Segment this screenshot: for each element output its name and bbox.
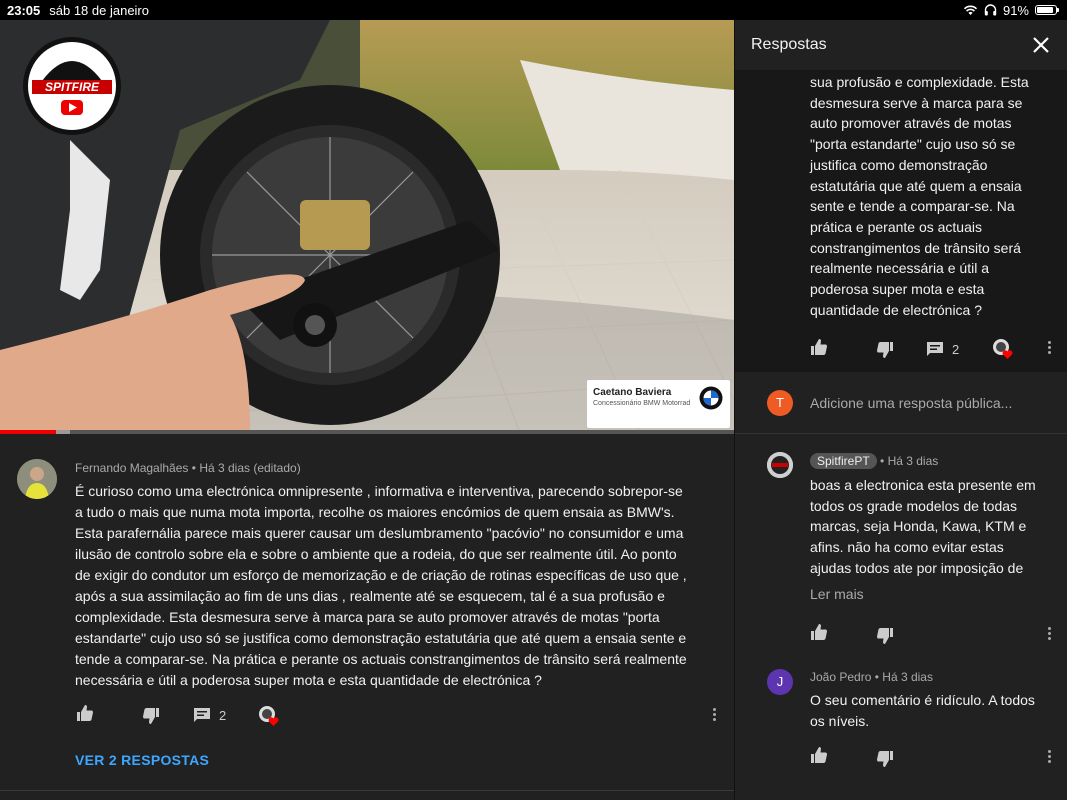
parent-comment-line: desmesura serve à marca para se (810, 94, 1023, 111)
thumbs-down-icon[interactable] (876, 750, 894, 768)
reply-text-line: marcas, seja Honda, Kawa, KTM e (810, 518, 1027, 535)
user-avatar: T (767, 390, 793, 416)
thumbs-down-icon[interactable] (142, 707, 160, 725)
wifi-icon (963, 5, 978, 15)
parent-comment-line: poderosa super mota e esta (810, 281, 985, 298)
bmw-logo-icon (699, 386, 723, 410)
divider (0, 790, 734, 791)
video-player[interactable]: SPITFIRE Caetano Baviera Concessionário … (0, 20, 734, 433)
parent-comment-line: quantidade de electrónica ? (810, 301, 983, 318)
parent-comment-line: sente e tende a comparar-se. Na (810, 198, 1015, 215)
parent-comment-line: "porta estandarte" cujo uso só se (810, 136, 1016, 153)
parent-reply-action[interactable]: 2 (926, 340, 959, 358)
parent-comment-line: auto promover através de motas (810, 115, 1012, 132)
close-icon[interactable] (1032, 36, 1050, 54)
comment-text-line: complexidade. Esta desmesura serve à mar… (75, 609, 660, 625)
status-time: 23:05 (7, 2, 41, 18)
panel-title: Respostas (751, 36, 827, 53)
channel-logo: SPITFIRE (23, 37, 121, 135)
reply-text-line: todos os grade modelos de todas (810, 497, 1018, 514)
reply-avatar[interactable]: J (767, 669, 793, 695)
comment-text-line: após a sua assimilação ao fim de uns dia… (75, 588, 665, 604)
status-date: sáb 18 de janeiro (49, 2, 149, 18)
comment-menu-icon[interactable] (712, 708, 716, 722)
thumbs-down-icon[interactable] (876, 341, 894, 359)
creator-heart-icon (993, 339, 1013, 359)
thumbs-down-icon[interactable] (876, 627, 894, 645)
comment-icon (194, 708, 210, 722)
battery-percent: 91% (1002, 2, 1029, 18)
reply-avatar[interactable] (767, 452, 793, 478)
parent-comment-line: sua profusão e complexidade. Esta (810, 74, 1029, 90)
parent-menu-icon[interactable] (1047, 341, 1051, 355)
parent-comment-line: realmente necessária e útil a (810, 260, 989, 277)
parent-comment-line: constrangimentos de trânsito será (810, 239, 1021, 256)
panel-header: Respostas (735, 20, 1067, 70)
dealer-watermark: Caetano Baviera Concessionário BMW Motor… (587, 380, 730, 428)
reply-menu-icon[interactable] (1047, 627, 1051, 641)
add-reply-input[interactable]: Adicione uma resposta pública... (810, 395, 1012, 411)
comment-text-line: estandarte" cujo uso só se justifica com… (75, 630, 687, 646)
headphones-icon (984, 4, 997, 16)
add-reply-row[interactable]: T Adicione uma resposta pública... (735, 373, 1067, 434)
reply-text-line: afins. não ha como evitar estas (810, 539, 1004, 556)
comment-text-line: tende a comparar-se. Na prática e perant… (75, 651, 687, 667)
parent-comment: sua profusão e complexidade. Esta desmesu… (735, 70, 1067, 372)
reply-meta: Há 3 dias (882, 670, 933, 684)
parent-comment-line: estatutária que até quem a ensaia (810, 177, 1022, 194)
avatar-image (17, 459, 57, 499)
commenter-avatar[interactable] (17, 459, 57, 499)
reply-author[interactable]: João Pedro (810, 670, 871, 684)
thumbs-up-icon[interactable] (76, 704, 94, 722)
replies-panel: Respostas sua profusão e complexidade. E… (734, 20, 1067, 800)
creator-heart-icon (259, 706, 279, 726)
comment-text-line: ilusão de controlo sobre ela e sobre o a… (75, 546, 677, 562)
reply-text-line: boas a electronica esta presente em (810, 477, 1036, 493)
comment-meta: Há 3 dias (editado) (199, 461, 301, 475)
comment-text-line: necessária e útil a poderosa super mota … (75, 672, 542, 688)
comment-icon (927, 342, 943, 356)
reply-text-line: O seu comentário é ridículo. A todos (810, 692, 1035, 708)
reply-meta: Há 3 dias (887, 454, 939, 468)
reply-action[interactable]: 2 (193, 706, 226, 724)
thumbs-up-icon[interactable] (810, 746, 828, 764)
thumbs-up-icon[interactable] (810, 623, 828, 641)
comment-actions (76, 704, 94, 722)
reply-menu-icon[interactable] (1047, 750, 1051, 764)
status-bar: 23:05 sáb 18 de janeiro 91% (0, 0, 1067, 20)
reply-count: 2 (219, 707, 227, 723)
channel-logo-text: SPITFIRE (45, 80, 100, 94)
view-replies-button[interactable]: VER 2 RESPOSTAS (75, 752, 209, 768)
reply-text: boas a electronica esta presente em todos… (810, 475, 1055, 579)
thumbs-up-icon[interactable] (810, 338, 828, 356)
parent-reply-count: 2 (952, 341, 960, 357)
dealer-subtitle: Concessionário BMW Motorrad (593, 400, 691, 407)
parent-comment-text: sua profusão e complexidade. Esta desmesu… (810, 72, 1050, 320)
reply-text: O seu comentário é ridículo. A todos os n… (810, 690, 1055, 731)
battery-icon (1035, 5, 1059, 15)
comment-author[interactable]: Fernando Magalhães (75, 461, 188, 475)
dealer-name: Caetano Baviera (593, 387, 672, 398)
comment-text-line: É curioso como uma electrónica omniprese… (75, 483, 683, 499)
parent-comment-line: prática e perante os actuais (810, 218, 982, 235)
comment-text: É curioso como uma electrónica omniprese… (75, 481, 725, 691)
comment-text-line: de exigir do condutor um esforço de memo… (75, 567, 687, 583)
comment-text-line: Esta parafernália parece mais querer cau… (75, 525, 684, 541)
read-more-link[interactable]: Ler mais (810, 586, 864, 602)
reply-text-line: os níveis. (810, 712, 870, 729)
parent-comment-line: justifica como demonstração (810, 156, 988, 173)
avatar-image (767, 452, 793, 478)
reply-author-badge[interactable]: SpitfirePT (810, 453, 877, 469)
reply-text-line: ajudas todos ate por imposição de (810, 559, 1024, 576)
comment-text-line: a tudo o mais que numa mota importa, rec… (75, 504, 675, 520)
